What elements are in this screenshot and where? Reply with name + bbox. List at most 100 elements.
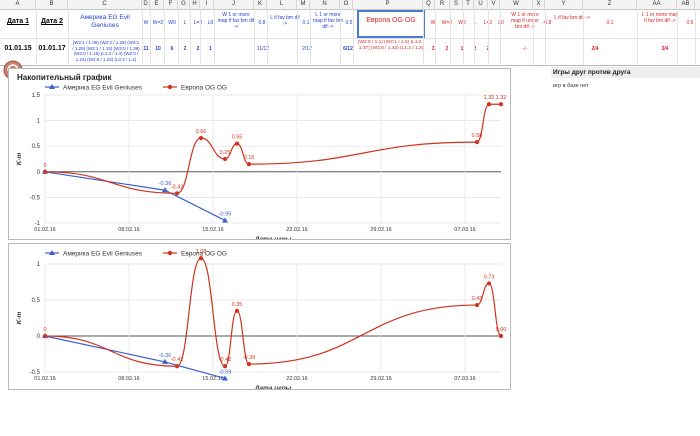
column-header-y[interactable]: Y [545,0,583,9]
header-lfav-r[interactable]: L if fav bm dif -> [554,15,590,21]
row-r[interactable]: 2 [440,46,454,52]
header-w0[interactable]: W0 [166,20,178,26]
header-team2[interactable]: Европа OG OG [360,17,422,25]
grid-column-line [150,9,151,65]
y-tick-label: 0 [37,334,41,340]
column-header-u[interactable]: U [474,0,488,9]
grid-column-line [533,9,534,65]
column-header-p[interactable]: P [353,0,423,9]
header-l-r[interactable]: L [470,20,480,26]
row-ab[interactable]: 3/4 [650,46,680,52]
header-w2-r[interactable]: W=2 [440,20,454,26]
header-w1more-r[interactable]: W 1 or more map if under bm dif -> [508,12,542,30]
column-header-g[interactable]: G [178,0,190,9]
column-header-n[interactable]: N [310,0,340,9]
column-header-d[interactable]: D [142,0,150,9]
column-header-c[interactable]: C [68,0,142,9]
header-l[interactable]: L [180,20,190,26]
grid-column-line [353,9,354,65]
column-header-v[interactable]: V [488,0,500,9]
x-tick-label: 07.03.16 [454,227,475,233]
column-header-o[interactable]: O [340,0,353,9]
row-m[interactable]: 2/12 [300,46,314,52]
column-header-s[interactable]: S [450,0,463,9]
row-q[interactable]: 3 [428,46,438,52]
row-g[interactable]: 6 [166,46,178,52]
legend-label: Америка EG Evil Geniuses [63,251,143,258]
column-header-r[interactable]: R [435,0,450,9]
row-f[interactable]: 10 [152,46,164,52]
row-i[interactable]: 2 [191,46,205,52]
column-header-t[interactable]: T [463,0,474,9]
row-date1[interactable]: 01.01.15 [0,45,36,53]
chart-per-game[interactable]: Америка EG Evil Geniuses Европа OG OG -0.5… [8,243,511,392]
column-header-m[interactable]: M [297,0,310,9]
chart-cumulative-svg: Накопительный график Америка EG Evil Geni… [16,73,506,243]
header-team1[interactable]: Америка EG Evil Geniuses [74,14,136,30]
column-header-i[interactable]: I [200,0,214,9]
column-header-x[interactable]: X [533,0,545,9]
data-point-circle [474,140,480,145]
column-header-j[interactable]: J [214,0,254,9]
header-l1more[interactable]: L 1 or more map if fav bm dif -> [313,12,343,30]
data-label: -0.36 [159,353,172,359]
column-header-f[interactable]: F [164,0,178,9]
data-point-circle [498,102,504,107]
column-header-k[interactable]: K [254,0,267,9]
data-point-circle [198,256,204,261]
column-header-l[interactable]: L [267,0,297,9]
grid-column-line [500,9,501,65]
header-w1more[interactable]: W 1 or more map if fav bm dif -> [217,12,255,30]
data-point-circle [42,333,48,339]
header-x-value[interactable]: -0.8 [541,20,553,26]
column-header-ab[interactable]: AB [677,0,695,9]
column-header-q[interactable]: Q [423,0,435,9]
data-label: -0.36 [159,181,172,187]
grid-column-line [178,9,179,65]
column-header-a[interactable]: A [0,0,36,9]
x-tick-label: 08.02.16 [118,227,139,233]
grid-column-line [474,9,475,65]
column-header-aa[interactable]: AA [637,0,677,9]
header-z-value[interactable]: 0.1 [600,20,620,26]
y-tick-label: 1 [37,262,41,268]
row-date2[interactable]: 01.01.17 [36,45,68,53]
row-t[interactable]: 2 [470,46,480,52]
row-w[interactable]: -/- [508,46,542,52]
data-label: 0.73 [484,274,495,280]
data-label: -0.39 [243,355,256,361]
row-h[interactable]: 2 [180,46,190,52]
data-point-circle [486,102,492,107]
header-w0-r[interactable]: W0 [456,20,468,26]
chart-cumulative[interactable]: Накопительный график Америка EG Evil Geni… [8,68,511,243]
head-to-head-title: Игры друг против друга [551,67,700,78]
x-tick-label: 01.02.16 [34,376,55,382]
header-lfav[interactable]: L if fav bm dif -> [270,15,300,27]
data-point-circle [474,302,480,308]
data-point-circle [498,333,504,339]
header-l0-r[interactable]: L0 [495,20,507,26]
column-header-z[interactable]: Z [583,0,637,9]
header-w-r[interactable]: W [428,20,438,26]
data-label: 0 [43,327,46,333]
x-tick-label: 29.02.16 [370,376,391,382]
row-team2-stats[interactable]: (W2:0 / 1.1) (W2:1 / 1.5) (L1:2 / 1.37) … [357,40,425,52]
y-tick-label: -0.5 [30,195,41,201]
grid-column-line [142,9,143,65]
x-axis-label: Дата игры [254,236,292,239]
header-l1more-r[interactable]: L 1 or more map if fav bm dif -> [640,12,680,24]
header-date2[interactable]: Дата 2 [36,18,68,26]
column-header-e[interactable]: E [150,0,164,9]
row-s[interactable]: 1 [456,46,468,52]
row-z[interactable]: 2/4 [580,46,610,52]
column-header-w[interactable]: W [500,0,533,9]
header-date1[interactable]: Дата 1 [0,18,36,26]
row-team1-stats[interactable]: (W2:1 / 1.09) (W2:2 / 1.29) (W3:1 / 1.29… [72,40,140,62]
legend-label: Европа OG OG [181,85,227,92]
header-w2[interactable]: W=2 [151,20,165,26]
series-line-1 [44,171,226,221]
column-header-h[interactable]: H [190,0,200,9]
column-header-b[interactable]: B [36,0,68,9]
grid-column-line [677,9,678,65]
header-l2[interactable]: L=2 [191,20,205,26]
